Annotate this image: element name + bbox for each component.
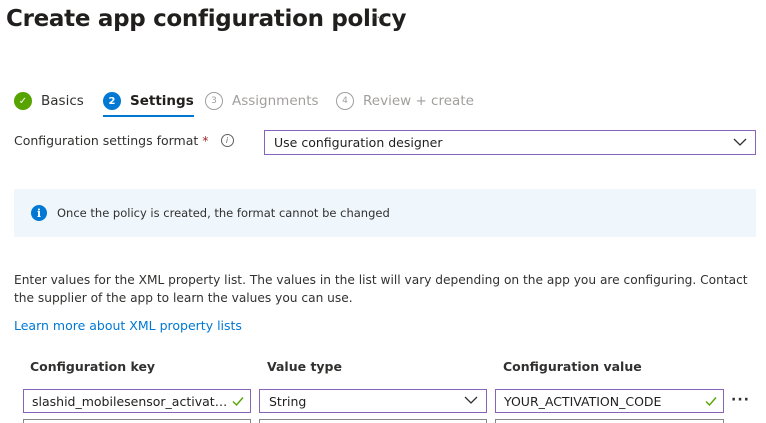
value-type-value: String [269,393,307,409]
format-label: Configuration settings format * i [14,133,234,148]
learn-more-link[interactable]: Learn more about XML property lists [14,318,242,333]
checkmark-icon [705,397,717,407]
format-select[interactable]: Use configuration designer [264,130,756,155]
required-marker: * [202,133,209,148]
step-number-icon: 3 [205,92,223,110]
format-select-value: Use configuration designer [274,135,443,150]
info-icon: i [31,205,47,221]
checkmark-icon: ✓ [14,92,32,110]
banner-text: Once the policy is created, the format c… [57,206,390,220]
chevron-down-icon [464,396,478,404]
step-number-icon: 4 [336,92,354,110]
step-label: Review + create [363,93,474,109]
next-row-key-input[interactable] [23,419,251,423]
info-banner: i Once the policy is created, the format… [14,189,756,237]
next-row-value-input[interactable] [495,419,724,423]
step-number-icon: 2 [103,92,121,110]
header-configuration-value: Configuration value [503,359,642,374]
description-text: Enter values for the XML property list. … [14,273,748,305]
checkmark-icon [232,397,244,407]
format-label-text: Configuration settings format [14,133,199,148]
step-review-create[interactable]: 4 Review + create [336,90,474,112]
more-options-icon[interactable]: ··· [372,11,386,24]
header-value-type: Value type [267,359,342,374]
step-assignments[interactable]: 3 Assignments [205,90,319,112]
step-settings[interactable]: 2 Settings [103,90,194,117]
configuration-value-input[interactable]: YOUR_ACTIVATION_CODE [495,389,724,413]
info-icon[interactable]: i [220,134,234,147]
row-more-options-icon[interactable]: ··· [731,392,751,408]
configuration-value-text: YOUR_ACTIVATION_CODE [504,393,662,409]
value-type-select[interactable]: String [259,389,487,413]
step-label: Settings [130,93,194,109]
next-row-type-select[interactable] [259,419,487,423]
chevron-down-icon [733,138,747,146]
header-configuration-key: Configuration key [30,359,156,374]
step-basics[interactable]: ✓ Basics [14,90,84,112]
step-label: Basics [41,93,84,109]
configuration-key-value: slashid_mobilesensor_activation_code [32,393,250,409]
step-label: Assignments [232,93,319,109]
page-title: Create app configuration policy [6,6,407,32]
configuration-key-input[interactable]: slashid_mobilesensor_activation_code [23,389,251,413]
